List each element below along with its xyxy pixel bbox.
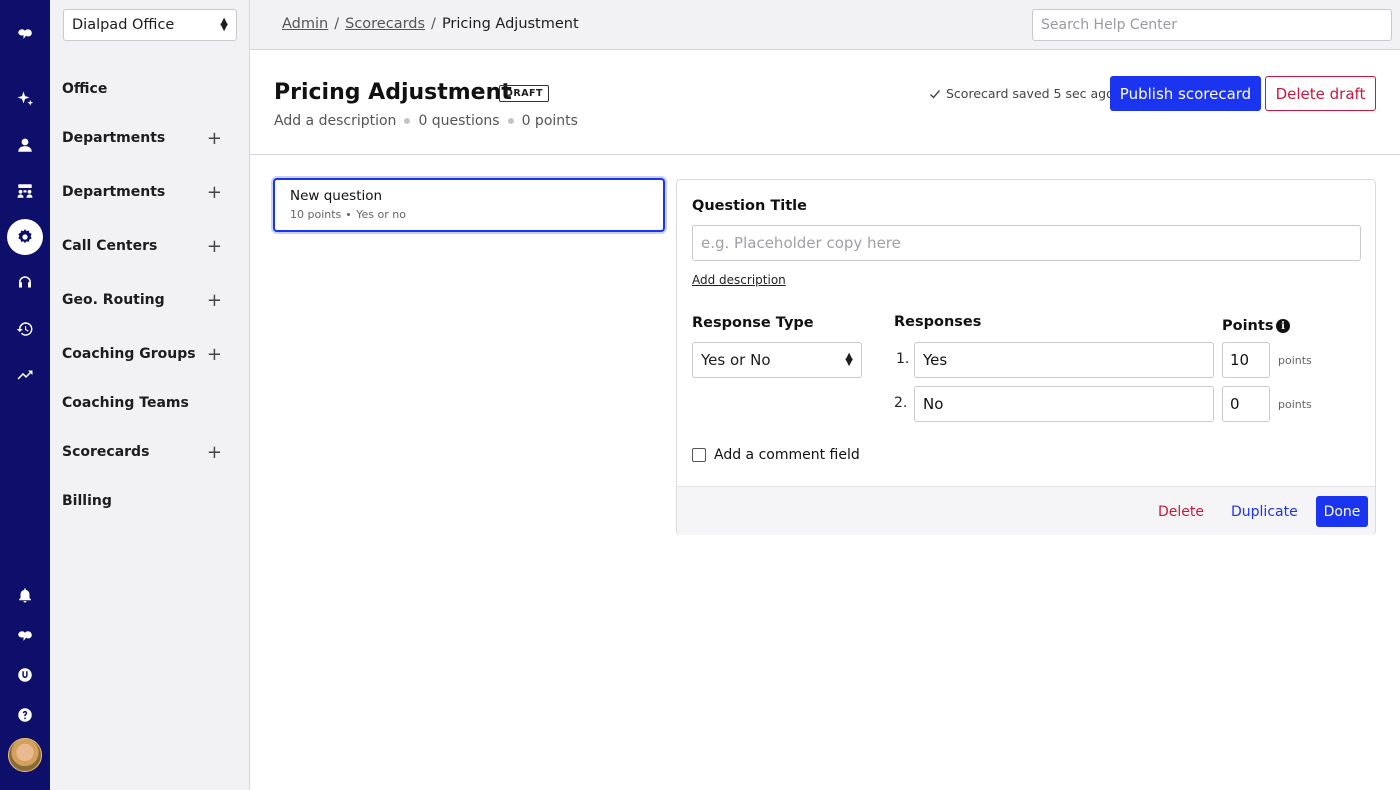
question-card-type: Yes or no <box>356 208 406 221</box>
plus-icon[interactable]: + <box>207 236 222 257</box>
points-unit: points <box>1278 398 1312 411</box>
nav-item-geo-routing[interactable]: Geo. Routing + <box>62 288 222 312</box>
breadcrumb-separator: / <box>431 16 436 32</box>
points-unit: points <box>1278 354 1312 367</box>
history-icon[interactable] <box>7 311 43 347</box>
question-title-input[interactable] <box>692 225 1361 261</box>
editor-footer: Delete Duplicate Done <box>677 486 1375 535</box>
responses-label: Responses <box>894 314 982 330</box>
nav-item-billing[interactable]: Billing <box>62 489 222 513</box>
plus-icon[interactable]: + <box>207 182 222 203</box>
scorecard-meta: Add a description 0 questions 0 points <box>274 113 578 129</box>
left-nav: Dialpad Office ▲ ▼ Office Departments + D… <box>50 0 250 790</box>
add-description-link[interactable]: Add description <box>692 273 786 287</box>
bell-icon[interactable] <box>7 577 43 613</box>
delete-draft-button[interactable]: Delete draft <box>1265 76 1376 111</box>
response-type-select[interactable]: Yes or No ▲ ▼ <box>692 342 862 378</box>
nav-item-coaching-groups[interactable]: Coaching Groups + <box>62 342 222 366</box>
plus-icon[interactable]: + <box>207 344 222 365</box>
header-divider <box>250 154 1400 155</box>
done-button[interactable]: Done <box>1316 496 1368 527</box>
nav-item-label: Billing <box>62 493 112 509</box>
headset-icon[interactable] <box>7 265 43 301</box>
separator-dot <box>404 118 411 124</box>
breadcrumb: Admin / Scorecards / Pricing Adjustment <box>282 16 579 32</box>
separator-dot <box>507 118 514 124</box>
nav-item-label: Coaching Teams <box>62 395 189 411</box>
avatar[interactable] <box>8 738 42 772</box>
office-select[interactable]: Dialpad Office ▲ ▼ <box>63 9 237 41</box>
question-card-meta: 10 points Yes or no <box>290 208 648 221</box>
sparkle-icon[interactable] <box>7 81 43 117</box>
save-status: Scorecard saved 5 sec ago <box>929 86 1114 101</box>
nav-item-departments-2[interactable]: Departments + <box>62 180 222 204</box>
points-input-1[interactable] <box>1222 342 1270 378</box>
nav-item-label: Departments <box>62 130 166 146</box>
publish-scorecard-button[interactable]: Publish scorecard <box>1110 76 1261 111</box>
comment-field-label[interactable]: Add a comment field <box>714 447 860 463</box>
help-icon[interactable] <box>7 697 43 733</box>
search-input[interactable] <box>1032 9 1392 41</box>
question-editor: Question Title Add description Response … <box>676 179 1376 535</box>
nav-item-departments[interactable]: Departments + <box>62 126 222 150</box>
nav-item-call-centers[interactable]: Call Centers + <box>62 234 222 258</box>
nav-item-label: Scorecards <box>62 444 150 460</box>
response-type-value: Yes or No <box>701 351 771 369</box>
dialpad-u-icon[interactable] <box>7 657 43 693</box>
draft-badge: DRAFT <box>499 85 550 102</box>
plus-icon[interactable]: + <box>207 128 222 149</box>
breadcrumb-admin[interactable]: Admin <box>282 16 328 32</box>
add-description-link[interactable]: Add a description <box>274 113 396 129</box>
person-icon[interactable] <box>7 127 43 163</box>
question-count: 0 questions <box>418 113 500 129</box>
breadcrumb-current: Pricing Adjustment <box>441 16 579 32</box>
nav-item-label: Call Centers <box>62 238 158 254</box>
nav-item-label: Departments <box>62 184 166 200</box>
check-icon <box>930 89 941 99</box>
response-number: 2. <box>894 395 908 411</box>
plus-icon[interactable]: + <box>207 290 222 311</box>
nav-item-coaching-teams[interactable]: Coaching Teams <box>62 391 222 415</box>
points-input-2[interactable] <box>1222 386 1270 422</box>
nav-item-label: Office <box>62 81 108 97</box>
gear-icon[interactable] <box>7 219 43 255</box>
nav-item-scorecards[interactable]: Scorecards + <box>62 440 222 464</box>
dialpad-logo-icon[interactable] <box>7 15 43 51</box>
response-type-label: Response Type <box>692 315 814 331</box>
comment-field-checkbox[interactable] <box>692 448 706 462</box>
dialpad-icon[interactable] <box>7 617 43 653</box>
points-label: Points <box>1222 318 1274 334</box>
trending-icon[interactable] <box>7 357 43 393</box>
question-card-points: 10 points <box>290 208 342 221</box>
separator-dot <box>347 213 351 216</box>
question-title-label: Question Title <box>692 198 807 214</box>
page-title: Pricing Adjustment <box>274 80 512 105</box>
question-card[interactable]: New question 10 points Yes or no <box>273 178 665 232</box>
app-rail <box>0 0 50 790</box>
points-total: 0 points <box>521 113 578 129</box>
question-card-title: New question <box>290 188 383 204</box>
info-icon[interactable]: i <box>1276 319 1290 333</box>
response-input-1[interactable] <box>914 342 1214 378</box>
response-input-2[interactable] <box>914 386 1214 422</box>
response-number: 1. <box>896 351 910 367</box>
office-select-value: Dialpad Office <box>72 17 175 33</box>
plus-icon[interactable]: + <box>207 442 222 463</box>
contact-center-icon[interactable] <box>7 173 43 209</box>
select-arrows-icon: ▲ ▼ <box>845 351 853 368</box>
save-status-text: Scorecard saved 5 sec ago <box>946 86 1114 101</box>
duplicate-question-button[interactable]: Duplicate <box>1231 504 1298 520</box>
breadcrumb-scorecards[interactable]: Scorecards <box>345 16 425 32</box>
breadcrumb-separator: / <box>334 16 340 32</box>
nav-item-office[interactable]: Office <box>62 77 222 101</box>
select-arrows-icon: ▲ ▼ <box>220 16 228 33</box>
nav-item-label: Coaching Groups <box>62 346 196 362</box>
nav-item-label: Geo. Routing <box>62 292 165 308</box>
delete-question-button[interactable]: Delete <box>1158 504 1204 520</box>
top-bar: Admin / Scorecards / Pricing Adjustment <box>250 0 1400 50</box>
